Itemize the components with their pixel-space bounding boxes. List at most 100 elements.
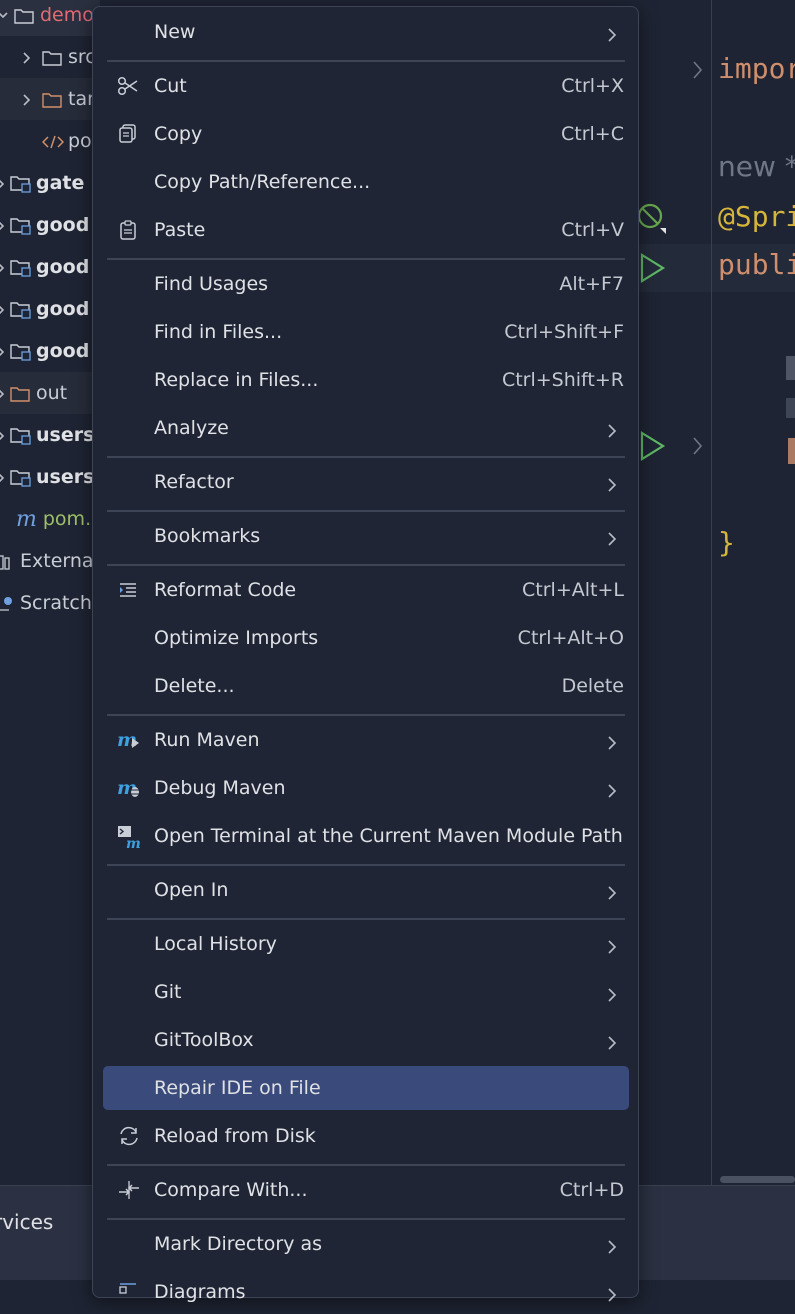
menu-item-paste[interactable]: Paste Ctrl+V xyxy=(103,208,629,252)
menu-item-copy-path-reference[interactable]: Copy Path/Reference... xyxy=(103,160,629,204)
menu-item-shortcut: Delete xyxy=(561,675,624,697)
module-folder-icon xyxy=(10,217,31,235)
tree-item-scratches[interactable]: Scratch xyxy=(0,582,100,624)
menu-item-label: Copy xyxy=(154,123,203,145)
tree-item-good-2[interactable]: good xyxy=(0,246,100,288)
tree-item-label: good xyxy=(36,340,90,362)
menu-item-refactor[interactable]: Refactor xyxy=(103,460,629,504)
menu-item-label: Mark Directory as xyxy=(154,1233,323,1255)
menu-item-gittoolbox[interactable]: GitToolBox xyxy=(103,1018,629,1062)
menu-item-run-maven[interactable]: m Run Maven xyxy=(103,718,629,762)
tree-item-good-1[interactable]: good xyxy=(0,204,100,246)
chevron-right-icon[interactable] xyxy=(0,430,6,441)
services-tab[interactable]: rvices xyxy=(0,1210,53,1234)
menu-separator xyxy=(107,1218,625,1220)
scratch-icon xyxy=(0,595,14,611)
submenu-arrow-icon xyxy=(607,985,617,1002)
chevron-right-icon[interactable] xyxy=(0,472,6,483)
menu-separator xyxy=(107,714,625,716)
menu-separator xyxy=(107,258,625,260)
menu-item-shortcut: Ctrl+V xyxy=(561,219,624,241)
submenu-arrow-icon xyxy=(607,1285,617,1302)
folder-icon xyxy=(14,7,34,24)
menu-item-mark-directory-as[interactable]: Mark Directory as xyxy=(103,1222,629,1266)
menu-item-repair-ide-on-file[interactable]: Repair IDE on File xyxy=(103,1066,629,1110)
tree-item-good-4[interactable]: good xyxy=(0,330,100,372)
menu-item-label: Paste xyxy=(154,219,206,241)
chevron-right-icon[interactable] xyxy=(0,304,6,315)
menu-item-debug-maven[interactable]: m Debug Maven xyxy=(103,766,629,810)
code-line: @Spri xyxy=(718,200,795,233)
tree-item-label: Scratch xyxy=(20,592,92,614)
tree-item-pom-root[interactable]: m pom. xyxy=(0,498,100,540)
submenu-arrow-icon xyxy=(607,733,617,750)
menu-item-label: Run Maven xyxy=(154,729,260,751)
disabled-bean-icon[interactable] xyxy=(636,200,668,241)
menu-item-analyze[interactable]: Analyze xyxy=(103,406,629,450)
chevron-right-icon[interactable] xyxy=(0,220,6,231)
gutter-divider xyxy=(711,0,712,1185)
chevron-right-icon[interactable] xyxy=(0,388,6,399)
tree-item-demo[interactable]: demo xyxy=(0,0,100,36)
code-line: publi xyxy=(718,248,795,281)
menu-item-git[interactable]: Git xyxy=(103,970,629,1014)
chevron-right-icon[interactable] xyxy=(0,178,6,189)
tree-item-src[interactable]: src xyxy=(0,36,100,78)
chevron-right-icon[interactable] xyxy=(22,94,32,106)
menu-item-label: Git xyxy=(154,981,182,1003)
tree-item-out[interactable]: out xyxy=(0,372,100,414)
run-gutter-icon[interactable] xyxy=(638,252,666,289)
module-folder-icon xyxy=(10,343,31,361)
tree-item-good-3[interactable]: good xyxy=(0,288,100,330)
chevron-right-icon[interactable] xyxy=(22,52,32,64)
tree-item-pom[interactable]: po xyxy=(0,120,100,162)
fold-chevron-icon[interactable] xyxy=(692,60,704,85)
menu-item-local-history[interactable]: Local History xyxy=(103,922,629,966)
menu-item-find-in-files[interactable]: Find in Files... Ctrl+Shift+F xyxy=(103,310,629,354)
maven-icon: m xyxy=(16,506,37,532)
tree-item-target[interactable]: tar xyxy=(0,78,100,120)
submenu-arrow-icon xyxy=(607,421,617,438)
menu-item-shortcut: Ctrl+C xyxy=(561,123,624,145)
menu-item-reformat-code[interactable]: Reformat Code Ctrl+Alt+L xyxy=(103,568,629,612)
menu-item-replace-in-files[interactable]: Replace in Files... Ctrl+Shift+R xyxy=(103,358,629,402)
menu-item-delete[interactable]: Delete... Delete xyxy=(103,664,629,708)
menu-item-label: Local History xyxy=(154,933,277,955)
tree-item-label: tar xyxy=(68,88,95,110)
chevron-down-icon[interactable] xyxy=(0,10,8,20)
menu-item-new[interactable]: New xyxy=(103,10,629,54)
menu-item-copy[interactable]: Copy Ctrl+C xyxy=(103,112,629,156)
tree-item-users-1[interactable]: users xyxy=(0,414,100,456)
menu-item-optimize-imports[interactable]: Optimize Imports Ctrl+Alt+O xyxy=(103,616,629,660)
chevron-right-icon[interactable] xyxy=(0,262,6,273)
code-fragment xyxy=(786,398,795,418)
tree-item-label: users xyxy=(36,466,95,488)
project-tree: demo src tar po gate good good good good xyxy=(0,0,100,1185)
submenu-arrow-icon xyxy=(607,475,617,492)
menu-item-compare-with[interactable]: Compare With... Ctrl+D xyxy=(103,1168,629,1212)
menu-item-label: Compare With... xyxy=(154,1179,308,1201)
code-inlay-hint: new * xyxy=(718,150,795,183)
maven-terminal-icon: m xyxy=(117,825,141,852)
menu-item-find-usages[interactable]: Find Usages Alt+F7 xyxy=(103,262,629,306)
menu-item-cut[interactable]: Cut Ctrl+X xyxy=(103,64,629,108)
menu-item-label: Debug Maven xyxy=(154,777,286,799)
tree-item-users-2[interactable]: users xyxy=(0,456,100,498)
menu-item-open-terminal-at-the-current-maven-module-path[interactable]: m Open Terminal at the Current Maven Modu… xyxy=(103,814,629,858)
fold-chevron-icon[interactable] xyxy=(692,436,704,461)
horizontal-scrollbar[interactable] xyxy=(720,1176,795,1183)
menu-item-reload-from-disk[interactable]: Reload from Disk xyxy=(103,1114,629,1158)
chevron-right-icon[interactable] xyxy=(0,346,6,357)
library-icon xyxy=(0,553,14,570)
menu-item-diagrams[interactable]: Diagrams xyxy=(103,1270,629,1314)
menu-item-shortcut: Ctrl+Alt+O xyxy=(517,627,624,649)
menu-item-bookmarks[interactable]: Bookmarks xyxy=(103,514,629,558)
submenu-arrow-icon xyxy=(607,937,617,954)
reload-icon xyxy=(117,1125,139,1147)
code-fragment xyxy=(788,438,795,464)
menu-item-open-in[interactable]: Open In xyxy=(103,868,629,912)
tree-item-gate[interactable]: gate xyxy=(0,162,100,204)
tree-item-external-libraries[interactable]: External xyxy=(0,540,100,582)
folder-icon xyxy=(42,49,62,66)
run-gutter-icon[interactable] xyxy=(638,430,666,467)
